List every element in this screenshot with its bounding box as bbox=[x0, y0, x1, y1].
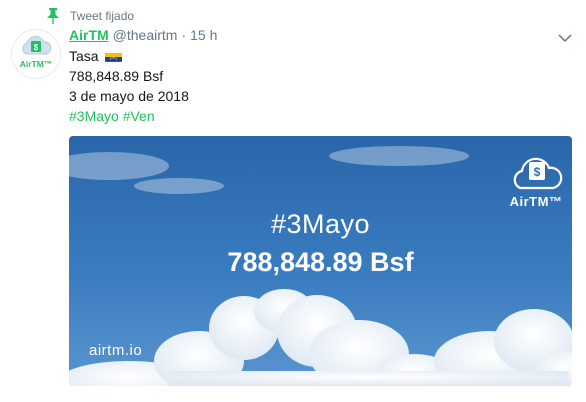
avatar[interactable]: $ AirTM™ bbox=[11, 29, 61, 79]
media-logo-badge: $ bbox=[534, 165, 541, 179]
pin-icon bbox=[46, 8, 60, 24]
tweet-line-rate: Tasa bbox=[69, 46, 189, 66]
tweet-timestamp[interactable]: 15 h bbox=[190, 27, 217, 43]
chevron-down-icon[interactable] bbox=[558, 30, 572, 43]
media-amount-text: 788,848.89 Bsf bbox=[227, 247, 414, 277]
tweet-hashtags: #3Mayo #Ven bbox=[69, 106, 189, 126]
author-display-name[interactable]: AirTM bbox=[69, 27, 109, 43]
tweet-rate-label: Tasa bbox=[69, 48, 99, 64]
avatar-badge: $ bbox=[34, 43, 39, 52]
pinned-indicator: Tweet fijado bbox=[46, 8, 134, 24]
media-hashtag-text: #3Mayo bbox=[270, 209, 371, 239]
pinned-label: Tweet fijado bbox=[70, 9, 135, 23]
media-logo-text: AirTM™ bbox=[509, 194, 563, 209]
avatar-brand-text: AirTM™ bbox=[20, 59, 53, 69]
author-handle[interactable]: @theairtm bbox=[113, 27, 178, 43]
tweet-media-image[interactable]: $ AirTM™ #3Mayo 788,848.89 Bsf airtm.io bbox=[69, 136, 572, 386]
tweet[interactable]: Tweet fijado $ AirTM™ AirTM @theairtm · … bbox=[0, 0, 586, 402]
tweet-header: AirTM @theairtm · 15 h bbox=[69, 27, 217, 45]
media-url-text: airtm.io bbox=[89, 342, 143, 359]
hashtag-link-3mayo[interactable]: #3Mayo bbox=[69, 108, 119, 124]
tweet-text: Tasa 788,848.89 Bsf 3 de mayo de 2018 #3… bbox=[69, 46, 189, 126]
separator-dot: · bbox=[181, 27, 187, 43]
tweet-date: 3 de mayo de 2018 bbox=[69, 88, 189, 104]
tweet-rate-value: 788,848.89 Bsf bbox=[69, 68, 164, 84]
venezuela-flag-icon bbox=[105, 50, 123, 62]
hashtag-link-ven[interactable]: #Ven bbox=[123, 108, 155, 124]
